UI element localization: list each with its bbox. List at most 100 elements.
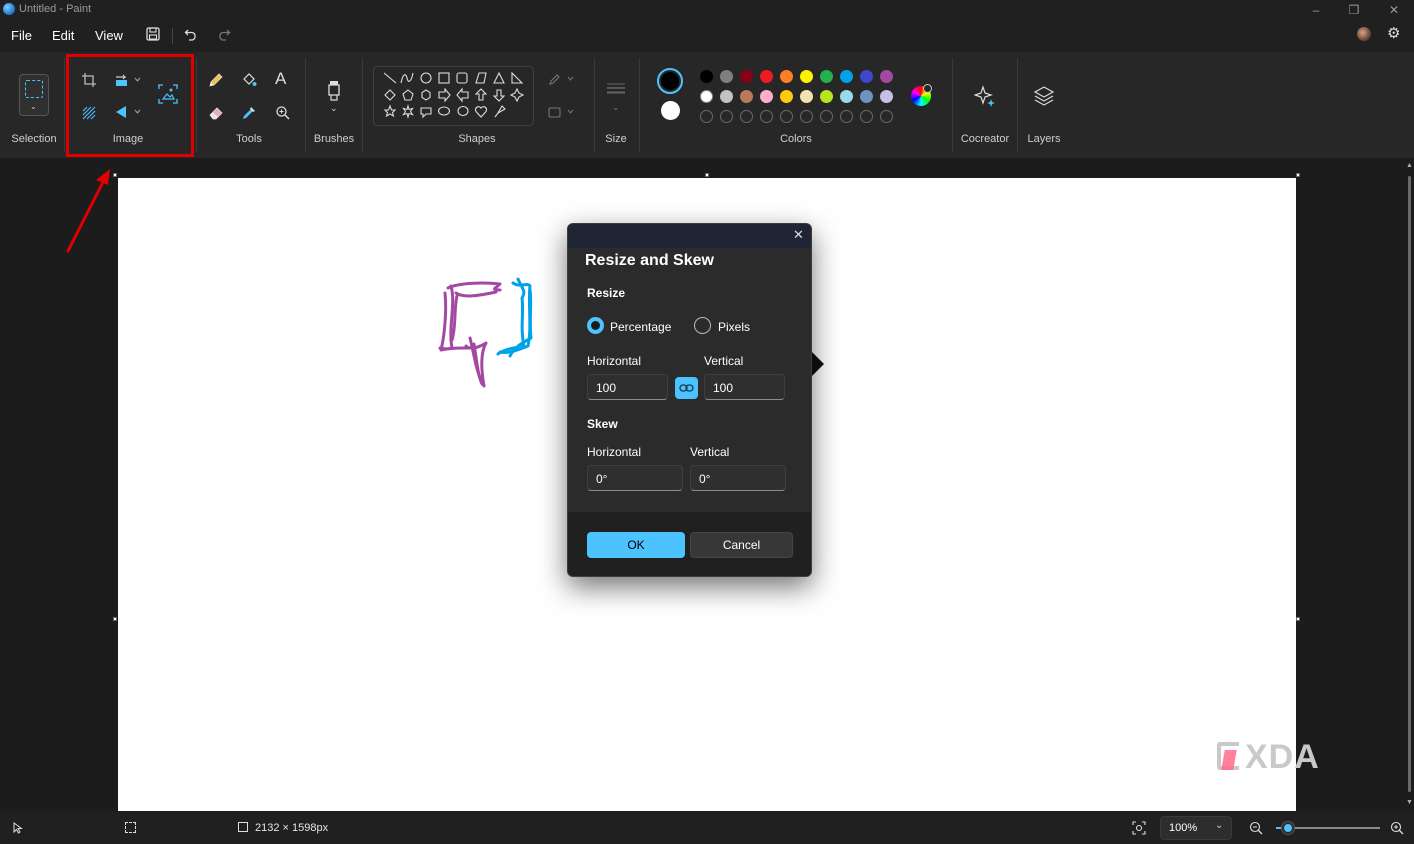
palette-color-swatch[interactable] (800, 70, 813, 83)
magnifier-icon[interactable] (275, 105, 291, 121)
custom-color-slot[interactable] (760, 110, 773, 123)
close-window-button[interactable]: ✕ (1386, 2, 1402, 18)
zoom-slider-thumb[interactable] (1282, 822, 1295, 834)
resize-horizontal-input[interactable]: 100 (587, 374, 668, 400)
palette-color-swatch[interactable] (820, 90, 833, 103)
minimize-button[interactable]: – (1308, 2, 1324, 18)
ok-button[interactable]: OK (587, 532, 685, 558)
brush-icon[interactable] (327, 80, 341, 102)
custom-color-slot[interactable] (700, 110, 713, 123)
palette-color-swatch[interactable] (840, 70, 853, 83)
plus-icon (923, 84, 932, 93)
pixels-radio[interactable] (694, 317, 711, 334)
paint-app-icon (3, 3, 15, 15)
canvas-resize-handle[interactable] (1296, 173, 1300, 177)
layers-icon[interactable] (1034, 86, 1054, 106)
pixels-label[interactable]: Pixels (718, 320, 750, 334)
palette-color-swatch[interactable] (740, 70, 753, 83)
selection-button[interactable]: ⌄ (19, 74, 49, 116)
palette-color-swatch[interactable] (780, 90, 793, 103)
menu-view[interactable]: View (95, 28, 123, 43)
shape-outline-dropdown[interactable] (548, 72, 576, 86)
primary-color-button[interactable] (657, 68, 683, 94)
redo-icon[interactable] (217, 27, 231, 41)
stroke-size-icon[interactable] (606, 83, 626, 97)
chevron-down-icon[interactable]: ⌄ (612, 102, 620, 113)
canvas-resize-handle[interactable] (705, 173, 709, 177)
scroll-down-arrow-icon[interactable]: ▼ (1406, 799, 1413, 806)
menu-edit[interactable]: Edit (52, 28, 74, 43)
scrollbar-thumb[interactable] (1408, 176, 1411, 792)
custom-color-slot[interactable] (800, 110, 813, 123)
palette-color-swatch[interactable] (860, 70, 873, 83)
zoom-slider-track[interactable] (1276, 822, 1380, 834)
palette-color-swatch[interactable] (700, 70, 713, 83)
custom-color-slot[interactable] (740, 110, 753, 123)
ribbon-separator (639, 58, 640, 152)
link-icon (679, 384, 694, 392)
chevron-down-icon: ⌄ (30, 102, 37, 111)
eraser-icon[interactable] (208, 105, 224, 121)
zoom-out-icon[interactable] (1249, 821, 1263, 835)
shape-fill-dropdown[interactable] (548, 105, 576, 119)
palette-color-swatch[interactable] (820, 70, 833, 83)
maintain-aspect-ratio-toggle[interactable] (675, 377, 698, 399)
palette-color-swatch[interactable] (880, 70, 893, 83)
scroll-up-arrow-icon[interactable]: ▲ (1406, 162, 1413, 169)
palette-color-swatch[interactable] (840, 90, 853, 103)
cocreator-sparkle-icon[interactable] (974, 85, 996, 107)
restore-button[interactable]: ❐ (1346, 2, 1362, 18)
skew-heading: Skew (587, 417, 618, 431)
shapes-gallery[interactable] (373, 66, 534, 126)
skew-vertical-label: Vertical (690, 445, 730, 459)
menu-file[interactable]: File (11, 28, 32, 43)
palette-color-swatch[interactable] (700, 90, 713, 103)
palette-color-swatch[interactable] (800, 90, 813, 103)
skew-horizontal-input[interactable]: 0° (587, 465, 683, 491)
close-dialog-button[interactable]: ✕ (793, 228, 804, 242)
palette-color-swatch[interactable] (740, 90, 753, 103)
vertical-scrollbar[interactable]: ▲ ▼ (1404, 158, 1414, 812)
percentage-radio[interactable] (587, 317, 604, 334)
palette-color-swatch[interactable] (720, 70, 733, 83)
resize-vertical-label: Vertical (704, 354, 744, 368)
secondary-color-button[interactable] (661, 101, 680, 120)
fill-bucket-icon[interactable] (241, 72, 257, 88)
zoom-in-icon[interactable] (1390, 821, 1404, 835)
canvas-resize-handle[interactable] (113, 617, 117, 621)
cancel-button[interactable]: Cancel (690, 532, 793, 558)
palette-color-swatch[interactable] (760, 70, 773, 83)
color-picker-icon[interactable] (241, 105, 257, 121)
zoom-dropdown[interactable]: 100% ⌄ (1160, 816, 1232, 840)
custom-color-slot[interactable] (820, 110, 833, 123)
dialog-title: Resize and Skew (585, 252, 714, 269)
account-avatar[interactable] (1357, 27, 1371, 41)
custom-color-slot[interactable] (720, 110, 733, 123)
canvas-resize-handle[interactable] (1296, 617, 1300, 621)
save-icon[interactable] (146, 27, 160, 41)
skew-horizontal-label: Horizontal (587, 445, 642, 459)
fit-to-window-icon[interactable] (1132, 821, 1146, 835)
custom-color-slot[interactable] (860, 110, 873, 123)
menu-bar: File Edit View ⚙ (0, 20, 1414, 52)
cursor-icon (812, 352, 824, 376)
custom-color-slot[interactable] (780, 110, 793, 123)
pencil-icon[interactable] (208, 72, 224, 88)
chevron-down-icon[interactable]: ⌄ (330, 103, 338, 114)
palette-color-swatch[interactable] (780, 70, 793, 83)
edit-colors-button[interactable] (911, 84, 932, 106)
percentage-label[interactable]: Percentage (610, 320, 671, 334)
palette-color-swatch[interactable] (880, 90, 893, 103)
status-bar: 2132 × 1598px 100% ⌄ (0, 812, 1414, 844)
resize-vertical-input[interactable]: 100 (704, 374, 785, 400)
palette-color-swatch[interactable] (860, 90, 873, 103)
custom-color-slot[interactable] (840, 110, 853, 123)
chevron-down-icon: ⌄ (1215, 820, 1224, 831)
undo-icon[interactable] (184, 27, 198, 41)
settings-gear-icon[interactable]: ⚙ (1387, 26, 1400, 41)
skew-vertical-input[interactable]: 0° (690, 465, 786, 491)
palette-color-swatch[interactable] (760, 90, 773, 103)
palette-color-swatch[interactable] (720, 90, 733, 103)
custom-color-slot[interactable] (880, 110, 893, 123)
text-tool-icon[interactable]: A (275, 70, 286, 87)
